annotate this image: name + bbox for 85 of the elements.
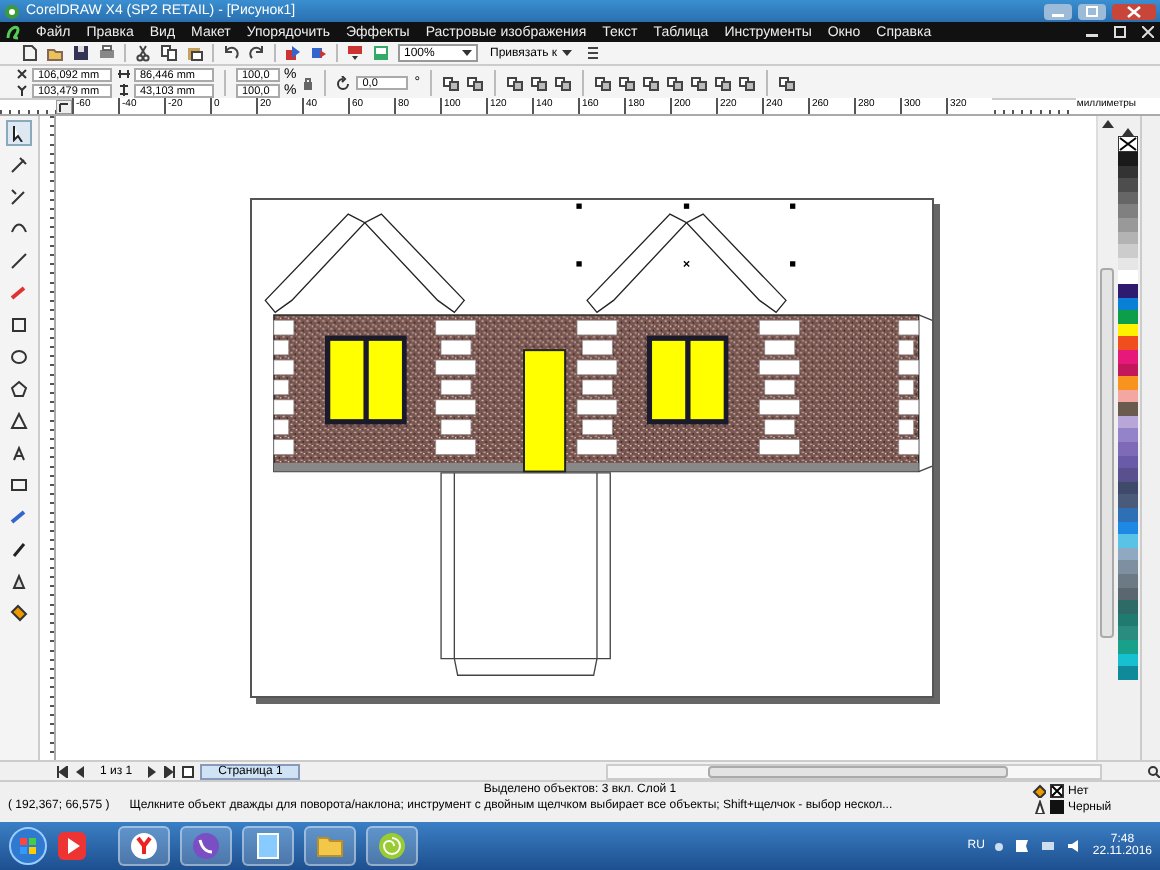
speaker-icon[interactable] — [1066, 838, 1083, 854]
x-axis-icon — [16, 68, 28, 80]
redo-icon[interactable] — [248, 44, 266, 62]
color-swatch[interactable] — [1118, 574, 1138, 588]
export-icon[interactable] — [310, 44, 328, 62]
color-swatch[interactable] — [1118, 178, 1138, 192]
color-swatch[interactable] — [1118, 376, 1138, 390]
restore-icon[interactable] — [1114, 26, 1126, 38]
color-swatch[interactable] — [1118, 204, 1138, 218]
height-icon — [118, 84, 130, 96]
tool-button[interactable] — [6, 248, 32, 274]
close-icon[interactable] — [1142, 26, 1154, 38]
notebook-app-icon — [254, 832, 282, 860]
color-swatch[interactable] — [1118, 152, 1138, 166]
color-swatch[interactable] — [1118, 402, 1138, 416]
tool-icon — [10, 124, 28, 142]
maximize-button[interactable] — [1078, 3, 1106, 19]
tool-button[interactable] — [6, 376, 32, 402]
phone-bubble-app-icon — [192, 832, 220, 860]
tool-button[interactable] — [6, 408, 32, 434]
cut-icon[interactable] — [134, 44, 152, 62]
add-page-icon[interactable] — [182, 765, 195, 777]
first-page-icon[interactable] — [56, 765, 68, 777]
outline-pen-icon — [1032, 800, 1046, 814]
taskbar-app-button[interactable] — [304, 826, 356, 866]
color-swatch[interactable] — [1118, 310, 1138, 324]
no-fill-icon — [1050, 784, 1064, 798]
color-swatch[interactable] — [1118, 508, 1138, 522]
spiral-app-icon — [378, 832, 406, 860]
new-document-icon[interactable] — [20, 44, 38, 62]
color-swatch[interactable] — [1118, 270, 1138, 284]
tool-icon — [10, 188, 28, 206]
network-icon[interactable] — [1040, 838, 1057, 854]
fill-icon — [1032, 784, 1046, 798]
letter-y-app-icon — [130, 832, 158, 860]
copy-icon[interactable] — [160, 44, 178, 62]
close-button[interactable] — [1112, 3, 1156, 19]
tool-icon — [10, 156, 28, 174]
print-icon[interactable] — [98, 44, 116, 62]
y-axis-icon — [16, 84, 28, 96]
selection-handles[interactable] — [576, 203, 796, 268]
outline-color-swatch — [1050, 800, 1064, 814]
tool-button[interactable] — [6, 120, 32, 146]
taskbar-app-button[interactable] — [118, 826, 170, 866]
color-swatch[interactable] — [1118, 428, 1138, 443]
ruler-origin-icon[interactable] — [56, 100, 72, 114]
options-icon[interactable] — [583, 44, 601, 62]
flag-icon[interactable] — [1014, 838, 1031, 854]
color-swatch[interactable] — [1118, 468, 1138, 482]
minimize-button[interactable] — [1044, 3, 1072, 19]
color-swatch[interactable] — [1118, 560, 1138, 574]
scrollbar-thumb[interactable] — [1100, 268, 1114, 638]
tool-button[interactable] — [6, 312, 32, 338]
taskbar-app-button[interactable] — [180, 826, 232, 866]
taskbar-app-button[interactable] — [242, 826, 294, 866]
zoom-icon[interactable] — [1148, 765, 1160, 777]
color-swatch[interactable] — [1118, 600, 1138, 614]
caret-icon — [561, 50, 571, 56]
color-swatch[interactable] — [1118, 244, 1138, 258]
taskbar-app-button[interactable] — [366, 826, 418, 866]
tool-button[interactable] — [6, 600, 32, 626]
color-swatch[interactable] — [1118, 666, 1138, 680]
save-icon[interactable] — [72, 44, 90, 62]
start-button[interactable] — [8, 826, 48, 866]
folder-app-icon — [316, 832, 344, 860]
paste-icon[interactable] — [186, 44, 204, 62]
horizontal-scrollbar[interactable] — [606, 763, 1102, 779]
last-page-icon[interactable] — [164, 765, 177, 777]
tool-button[interactable] — [6, 152, 32, 178]
tool-button[interactable] — [6, 344, 32, 370]
undo-icon[interactable] — [222, 44, 240, 62]
lock-icon[interactable] — [302, 75, 315, 89]
color-swatch[interactable] — [1118, 336, 1138, 350]
color-swatch[interactable] — [1118, 442, 1138, 456]
color-swatch[interactable] — [1118, 626, 1138, 640]
tool-icon — [10, 444, 28, 462]
width-icon — [118, 68, 130, 80]
color-swatch[interactable] — [1118, 534, 1138, 548]
import-icon[interactable] — [284, 44, 302, 62]
media-player-icon[interactable] — [58, 832, 86, 860]
rotate-icon — [336, 75, 351, 89]
no-color-swatch[interactable] — [1118, 136, 1138, 152]
caret-icon — [462, 50, 472, 56]
color-swatch[interactable] — [1118, 494, 1138, 509]
tray-dot-icon[interactable] — [994, 841, 1005, 851]
